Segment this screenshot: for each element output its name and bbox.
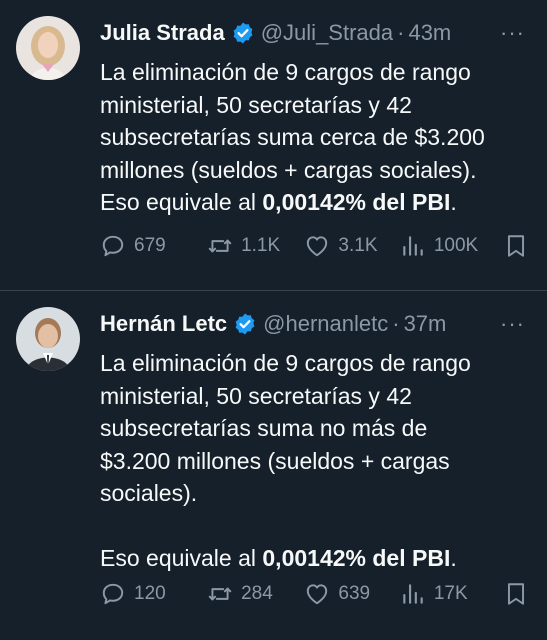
bookmark-button[interactable] (503, 233, 529, 259)
tweet-text-line: subsecretarías suma no más de (100, 415, 428, 441)
bold-text: 0,00142% del PBI (262, 189, 451, 215)
bookmark-icon (507, 235, 525, 257)
tweet-text-line: Eso equivale al 0,00142% del PBI. (100, 189, 457, 215)
views-button[interactable]: 100K (400, 233, 503, 259)
avatar[interactable] (16, 307, 80, 371)
view-count: 100K (433, 235, 479, 256)
tweet-text-line: Eso equivale al 0,00142% del PBI. (100, 545, 457, 571)
reply-count: 120 (134, 583, 166, 604)
author-name[interactable]: Hernán Letc (100, 308, 227, 340)
tweet-text: La eliminación de 9 cargos de rango mini… (100, 56, 529, 219)
retweet-count: 1.1K (241, 235, 281, 256)
author-handle[interactable]: @hernanletc (263, 308, 388, 340)
tweet-text-line: La eliminación de 9 cargos de rango (100, 59, 471, 85)
reply-icon (102, 235, 124, 257)
view-count: 17K (433, 583, 468, 604)
tweet[interactable]: Hernán Letc @hernanletc · 37m ··· La eli… (0, 290, 547, 640)
views-icon (403, 584, 423, 604)
author-handle[interactable]: @Juli_Strada (261, 17, 393, 49)
author-name[interactable]: Julia Strada (100, 17, 225, 49)
like-icon (307, 236, 328, 257)
tweet-text-line: ministerial, 50 secretarías y 42 (100, 91, 412, 118)
reply-button[interactable]: 120 (100, 581, 207, 607)
tweet-actions: 679 1.1K 3.1K 100K (100, 233, 529, 259)
retweet-count: 284 (241, 583, 273, 604)
like-count: 639 (338, 583, 371, 604)
retweet-icon (208, 587, 232, 601)
avatar[interactable] (16, 16, 80, 80)
reply-button[interactable]: 679 (100, 233, 207, 259)
tweet-text-line: subsecretarías suma cerca de $3.200 (100, 124, 485, 150)
reply-count: 679 (134, 235, 166, 256)
timestamp[interactable]: 43m (408, 17, 451, 49)
bookmark-button[interactable] (503, 581, 529, 607)
verified-badge-icon (233, 312, 257, 336)
like-button[interactable]: 3.1K (304, 233, 399, 259)
tweet-text-line: $3.200 millones (sueldos + cargas (100, 447, 450, 474)
more-options-button[interactable]: ··· (500, 17, 529, 49)
tweet-text: La eliminación de 9 cargos de rango mini… (100, 347, 529, 575)
tweet[interactable]: Julia Strada @Juli_Strada · 43m ··· La e… (0, 0, 547, 290)
retweet-icon (208, 239, 232, 253)
more-options-button[interactable]: ··· (500, 308, 529, 340)
tweet-text-line: millones (sueldos + cargas sociales). (100, 156, 477, 183)
tweet-text-line: ministerial, 50 secretarías y 42 (100, 382, 412, 409)
bold-text: 0,00142% del PBI (262, 545, 451, 571)
views-button[interactable]: 17K (400, 581, 503, 607)
like-icon (307, 584, 328, 605)
verified-badge-icon (231, 21, 255, 45)
tweet-text-line: sociales). (100, 480, 198, 506)
bookmark-icon (507, 583, 525, 605)
timestamp[interactable]: 37m (404, 308, 447, 340)
like-count: 3.1K (338, 235, 378, 256)
tweet-actions: 120 284 639 17K (100, 581, 529, 607)
tweet-text-line: La eliminación de 9 cargos de rango (100, 350, 471, 376)
views-icon (403, 236, 423, 256)
separator-dot: · (392, 311, 400, 336)
separator-dot: · (397, 20, 405, 45)
reply-icon (102, 583, 124, 605)
like-button[interactable]: 639 (304, 581, 399, 607)
retweet-button[interactable]: 1.1K (207, 233, 304, 259)
retweet-button[interactable]: 284 (207, 581, 304, 607)
